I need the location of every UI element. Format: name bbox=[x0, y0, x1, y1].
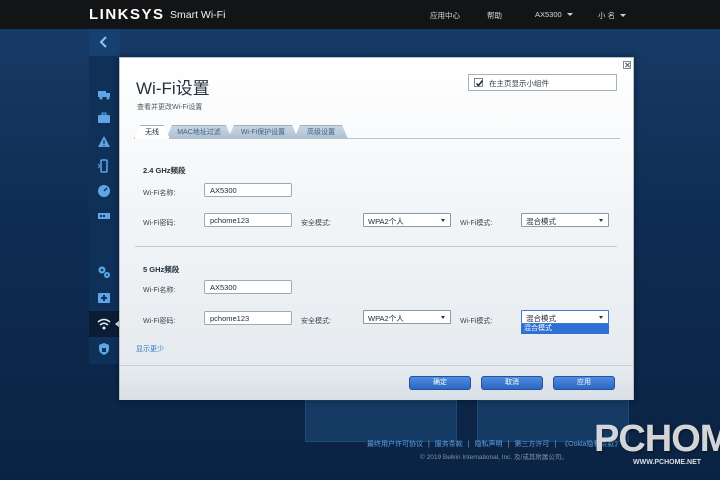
close-icon[interactable] bbox=[623, 61, 631, 69]
linksys-logo[interactable]: LINKSYS bbox=[89, 6, 165, 23]
security-mode-5-select[interactable]: WPA2个人 bbox=[363, 310, 451, 324]
footer-links: 最终用户许可协议 | 服务条款 | 隐私声明 | 第三方许可 | 《Ookla隐私条款》 bbox=[367, 441, 622, 448]
show-widget-toggle[interactable]: 在主页显示小组件 bbox=[468, 74, 617, 91]
wifi-mode-24-value: 混合模式 bbox=[526, 217, 556, 226]
chevron-down-icon bbox=[599, 219, 603, 222]
wifi-mode-24-select[interactable]: 混合模式 bbox=[521, 213, 609, 227]
wifi-mode-5-option[interactable]: 混合模式 bbox=[521, 324, 609, 334]
tab-wireless[interactable]: 无线 bbox=[134, 125, 170, 139]
chevron-down-icon bbox=[620, 14, 627, 17]
router-menu-label: AX5300 bbox=[535, 10, 562, 19]
wifi-name-label: Wi-Fi名称: bbox=[143, 287, 176, 294]
wifi-mode-5-select[interactable]: 混合模式 bbox=[521, 310, 609, 324]
shield-icon[interactable] bbox=[97, 342, 111, 356]
dialog-title: Wi-Fi设置 bbox=[136, 79, 210, 98]
security-mode-24-select[interactable]: WPA2个人 bbox=[363, 213, 451, 227]
show-widget-checkbox[interactable] bbox=[474, 78, 484, 87]
cancel-button[interactable]: 取消 bbox=[481, 376, 543, 390]
pchome-watermark-url: WWW.PCHOME.NET bbox=[633, 459, 702, 466]
terms-link[interactable]: 服务条款 bbox=[435, 441, 463, 448]
tab-advanced[interactable]: 高级设置 bbox=[294, 125, 348, 139]
user-menu[interactable]: 小 名 bbox=[598, 10, 627, 21]
network-switch-icon[interactable] bbox=[97, 209, 111, 223]
tab-wps[interactable]: Wi-Fi保护设置 bbox=[228, 125, 298, 139]
wifi-password-label: Wi-Fi密码: bbox=[143, 318, 176, 325]
wifi-password-label: Wi-Fi密码: bbox=[143, 220, 176, 227]
app-center-link[interactable]: 应用中心 bbox=[430, 10, 460, 21]
top-bar: LINKSYS Smart Wi-Fi 应用中心 帮助 AX5300 小 名 bbox=[0, 0, 720, 29]
ok-button[interactable]: 确定 bbox=[409, 376, 471, 390]
wifi-name-24-input[interactable]: AX5300 bbox=[204, 183, 292, 197]
wifi-icon bbox=[97, 318, 111, 330]
chevron-down-icon bbox=[599, 316, 603, 319]
show-widget-label: 在主页显示小组件 bbox=[489, 79, 549, 88]
chevron-down-icon bbox=[441, 316, 445, 319]
briefcase-icon[interactable] bbox=[97, 111, 111, 125]
sidebar-back-button[interactable] bbox=[89, 29, 120, 56]
security-mode-5-value: WPA2个人 bbox=[368, 314, 404, 323]
help-link[interactable]: 帮助 bbox=[487, 10, 502, 21]
band-5-title: 5 GHz频段 bbox=[143, 265, 180, 274]
tab-mac-filter[interactable]: MAC地址过滤 bbox=[166, 125, 232, 139]
section-divider bbox=[135, 246, 617, 247]
router-menu[interactable]: AX5300 bbox=[535, 10, 573, 19]
warning-icon[interactable] bbox=[97, 135, 111, 149]
wifi-name-label: Wi-Fi名称: bbox=[143, 190, 176, 197]
security-mode-label: 安全模式: bbox=[301, 220, 331, 227]
security-mode-label: 安全模式: bbox=[301, 318, 331, 325]
gears-icon[interactable] bbox=[97, 265, 111, 279]
band-24-title: 2.4 GHz频段 bbox=[143, 166, 186, 175]
medical-kit-icon[interactable] bbox=[97, 290, 111, 304]
back-chevron-icon bbox=[99, 36, 107, 48]
chevron-down-icon bbox=[441, 219, 445, 222]
phone-icon[interactable] bbox=[97, 159, 111, 173]
wifi-name-5-input[interactable]: AX5300 bbox=[204, 280, 292, 294]
wifi-mode-5-value: 混合模式 bbox=[526, 314, 556, 323]
wifi-password-24-input[interactable]: pchome123 bbox=[204, 213, 292, 227]
background-card bbox=[305, 400, 457, 442]
show-less-link[interactable]: 显示更少 bbox=[136, 344, 164, 354]
privacy-link[interactable]: 隐私声明 bbox=[475, 441, 503, 448]
truck-icon[interactable] bbox=[97, 87, 111, 101]
wifi-mode-label: Wi-Fi模式: bbox=[460, 318, 493, 325]
pchome-watermark-logo: PCHOME bbox=[594, 418, 720, 460]
wifi-password-5-input[interactable]: pchome123 bbox=[204, 311, 292, 325]
wifi-settings-dialog: Wi-Fi设置 查看并更改Wi-Fi设置 在主页显示小组件 无线 MAC地址过滤… bbox=[119, 57, 634, 400]
product-name: Smart Wi-Fi bbox=[170, 9, 226, 21]
wifi-mode-label: Wi-Fi模式: bbox=[460, 220, 493, 227]
apply-button[interactable]: 应用 bbox=[553, 376, 615, 390]
eula-link[interactable]: 最终用户许可协议 bbox=[367, 441, 423, 448]
third-party-license-link[interactable]: 第三方许可 bbox=[514, 441, 549, 448]
user-menu-label: 小 名 bbox=[598, 11, 616, 20]
speedometer-icon[interactable] bbox=[97, 184, 111, 198]
security-mode-24-value: WPA2个人 bbox=[368, 217, 404, 226]
dialog-subtitle: 查看并更改Wi-Fi设置 bbox=[137, 104, 203, 111]
chevron-down-icon bbox=[566, 13, 573, 16]
tab-bar: 无线 MAC地址过滤 Wi-Fi保护设置 高级设置 bbox=[134, 125, 620, 139]
check-icon bbox=[475, 80, 484, 87]
copyright: © 2019 Belkin International, Inc. 及/或其附属… bbox=[420, 454, 568, 461]
